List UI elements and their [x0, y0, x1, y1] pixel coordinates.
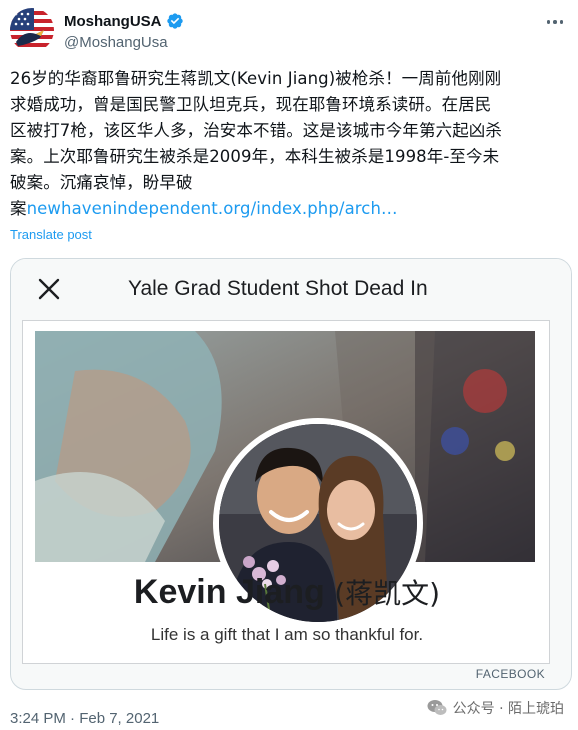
- tweet-line: 26岁的华裔耶鲁研究生蒋凯文(Kevin Jiang)被枪杀！一周前他刚刚: [10, 69, 502, 88]
- person-name-en: Kevin Jiang: [133, 573, 325, 611]
- person-name-cn: (蒋凯文): [334, 577, 441, 610]
- verified-badge-icon: [166, 13, 183, 29]
- card-panel: Kevin Jiang (蒋凯文) Life is a gift that I …: [22, 320, 550, 664]
- post-timestamp[interactable]: 3:24 PM · Feb 7, 2021: [10, 710, 159, 727]
- wechat-icon: [427, 700, 447, 715]
- close-icon[interactable]: [35, 275, 63, 303]
- watermark-text: 公众号 · 陌上琥珀: [452, 701, 564, 717]
- tweet-line: 案。上次耶鲁研究生被杀是2009年，本科生被杀是1998年-至今未: [10, 147, 500, 166]
- tweet-header: MoshangUSA @MoshangUsa: [10, 8, 568, 54]
- tweet-line-prefix: 案: [10, 199, 27, 218]
- more-options-icon[interactable]: [544, 12, 566, 32]
- user-handle[interactable]: @MoshangUsa: [64, 34, 168, 51]
- flag-avatar-icon: [10, 8, 54, 52]
- tweet-line: 求婚成功，曾是国民警卫队坦克兵，现在耶鲁环境系读研。在居民: [10, 95, 492, 114]
- article-link[interactable]: newhavenindependent.org/index.php/arch…: [27, 199, 398, 218]
- display-name[interactable]: MoshangUSA: [64, 13, 162, 30]
- motto-text: Life is a gift that I am so thankful for…: [150, 625, 424, 644]
- tweet-line-last: 案newhavenindependent.org/index.php/arch…: [10, 196, 570, 222]
- translate-post-link[interactable]: Translate post: [10, 227, 92, 242]
- card-title: Yale Grad Student Shot Dead In: [128, 277, 428, 300]
- avatar[interactable]: [10, 8, 54, 52]
- watermark: 公众号 · 陌上琥珀: [427, 698, 564, 718]
- person-name: Kevin Jiang (蒋凯文): [23, 572, 551, 612]
- card-source: FACEBOOK: [475, 667, 545, 681]
- tweet-line: 破案。沉痛哀悼，盼早破: [10, 173, 193, 192]
- tweet-line: 区被打7枪，该区华人多，治安本不错。这是该城市今年第六起凶杀: [10, 121, 502, 140]
- tweet-text: 26岁的华裔耶鲁研究生蒋凯文(Kevin Jiang)被枪杀！一周前他刚刚 求婚…: [10, 66, 570, 222]
- link-preview-card[interactable]: Yale Grad Student Shot Dead In Kevin Jia…: [10, 258, 572, 690]
